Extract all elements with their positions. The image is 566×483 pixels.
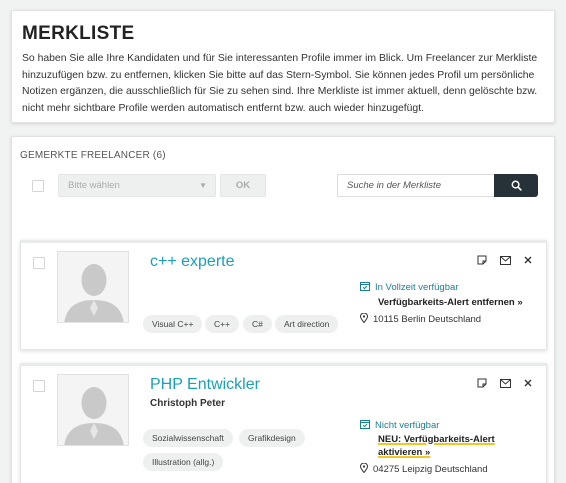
freelancer-card[interactable]: PHP Entwickler Christoph Peter Sozialwis… [20,363,547,483]
search-input[interactable] [337,174,495,197]
remove-button[interactable] [522,254,534,266]
location-text: 04275 Leipzig Deutschland [373,464,488,475]
info-card: MERKLISTE So haben Sie alle Ihre Kandida… [11,10,555,123]
location: 10115 Berlin Deutschland [359,312,482,326]
note-button[interactable] [476,254,488,266]
skill-tag[interactable]: Sozialwissenschaft [143,429,233,447]
calendar-check-icon [360,419,370,432]
location: 04275 Leipzig Deutschland [359,462,488,476]
alert-activate-link[interactable]: NEU: Verfügbarkeits-Alert aktivieren » [378,434,495,459]
card-actions [476,254,534,266]
bulk-action-select[interactable]: Bitte wählen ▼ [58,174,216,197]
map-pin-icon [359,312,369,326]
envelope-icon [499,255,511,265]
select-all-checkbox[interactable] [32,180,44,192]
location-text: 10115 Berlin Deutschland [373,314,482,325]
avatar[interactable] [57,251,129,323]
profile-placeholder-icon [64,387,124,445]
avatar[interactable] [57,374,129,446]
search-icon [511,180,522,191]
bulk-action-select-value: Bitte wählen [68,180,120,191]
availability-text: In Vollzeit verfügbar [375,282,459,293]
profile-placeholder-icon [64,264,124,322]
search-button[interactable] [494,174,538,197]
note-icon [477,378,487,388]
page-title: MERKLISTE [22,23,135,44]
message-button[interactable] [499,377,511,389]
card-actions [476,377,534,389]
skill-tag[interactable]: C++ [205,315,240,333]
alert-remove-link[interactable]: Verfügbarkeits-Alert entfernen » [378,297,523,310]
chevron-down-icon: ▼ [199,181,207,190]
freelancer-real-name: Christoph Peter [150,398,226,409]
map-pin-icon [359,462,369,476]
availability-text: Nicht verfügbar [375,420,440,431]
skill-tag[interactable]: Illustration (allg.) [143,453,224,471]
note-icon [477,255,487,265]
envelope-icon [499,378,511,388]
ok-button[interactable]: OK [220,174,266,197]
freelancer-name[interactable]: c++ experte [150,253,235,271]
note-button[interactable] [476,377,488,389]
freelancer-card[interactable]: c++ experte Visual C++ C++ C# Art direct… [20,240,547,350]
availability-status: Nicht verfügbar [360,419,439,432]
alert-activate-line2: aktivieren » [378,446,431,458]
skill-tag[interactable]: Art direction [275,315,339,333]
alert-activate-line1: NEU: Verfügbarkeits-Alert [378,434,495,445]
freelancer-checkbox[interactable] [33,380,45,392]
freelancer-name[interactable]: PHP Entwickler [150,376,260,394]
skill-tag[interactable]: Visual C++ [143,315,203,333]
page-description: So haben Sie alle Ihre Kandidaten und fü… [22,53,538,114]
close-icon [524,379,532,387]
message-button[interactable] [499,254,511,266]
skill-tag[interactable]: Grafikdesign [239,429,305,447]
availability-status: In Vollzeit verfügbar [360,281,458,294]
freelancer-checkbox[interactable] [33,257,45,269]
list-title: GEMERKTE FREELANCER (6) [20,150,166,161]
remove-button[interactable] [522,377,534,389]
calendar-check-icon [360,281,370,294]
close-icon [524,256,532,264]
bookmark-list-card: GEMERKTE FREELANCER (6) Bitte wählen ▼ O… [11,136,555,483]
skill-tag[interactable]: C# [243,315,272,333]
